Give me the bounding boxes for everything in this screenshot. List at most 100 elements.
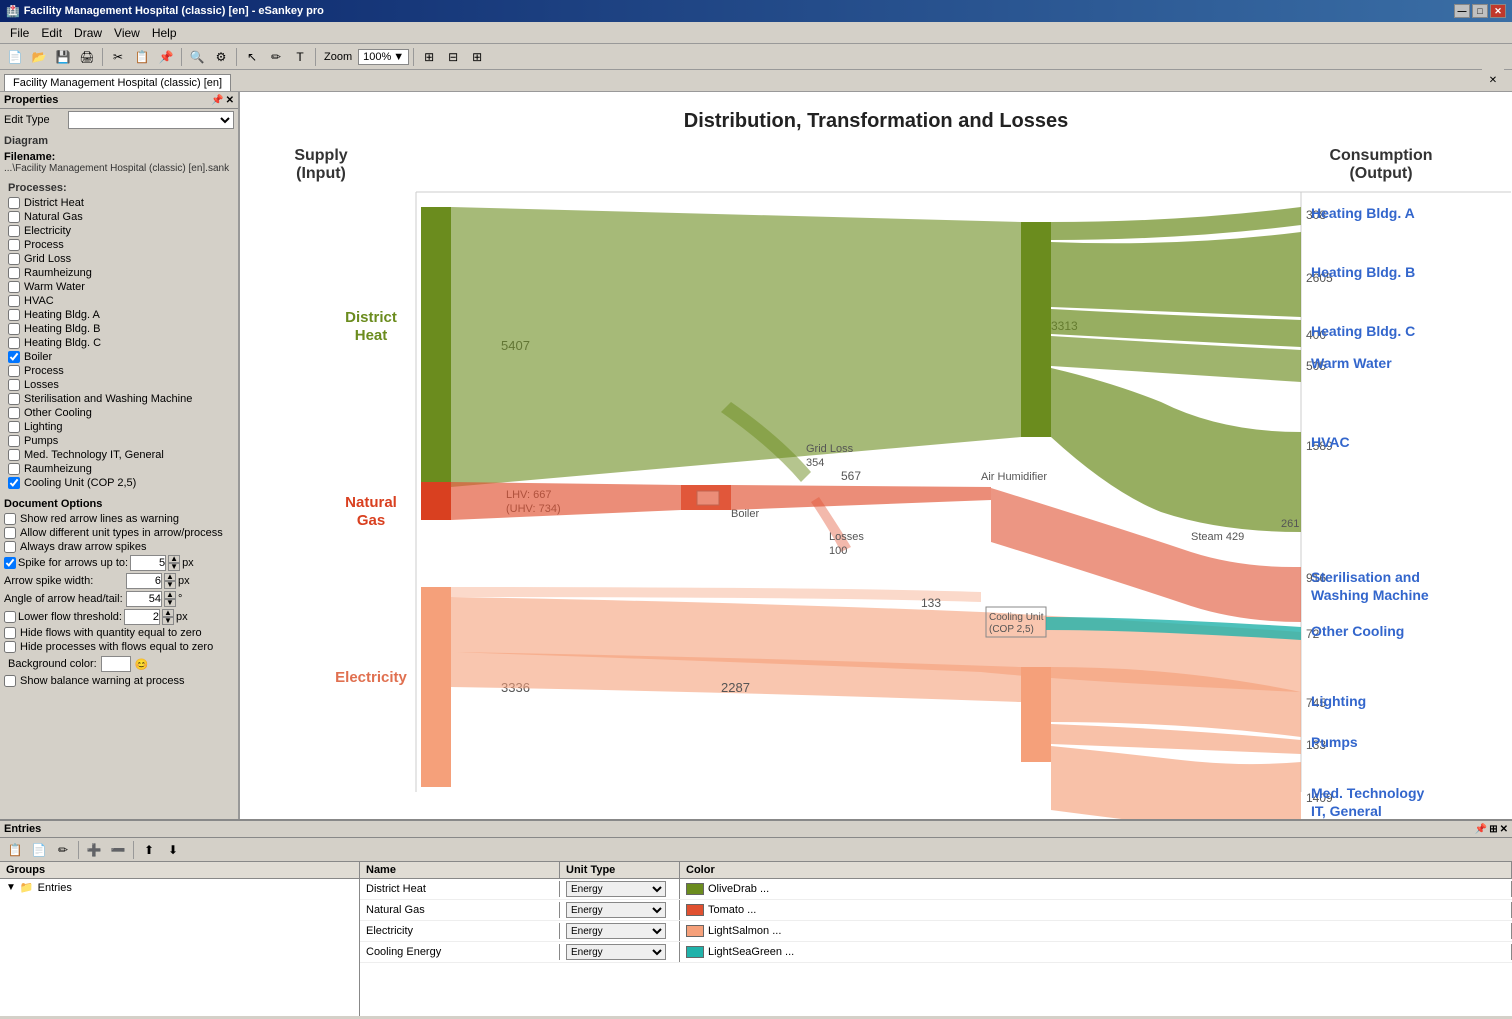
process-checkbox-0[interactable] — [8, 197, 20, 209]
save-button[interactable]: 💾 — [52, 46, 74, 68]
new-button[interactable]: 📄 — [4, 46, 26, 68]
unit-type-select[interactable]: Energy — [566, 923, 666, 939]
process-checkbox-9[interactable] — [8, 323, 20, 335]
table-row[interactable]: District HeatEnergyOliveDrab ... — [360, 879, 1512, 900]
pointer-button[interactable]: ↖ — [241, 46, 263, 68]
zoom-control[interactable]: 100% ▼ — [358, 49, 409, 65]
entry-unit[interactable]: Energy — [560, 921, 680, 941]
color-picker-button[interactable]: ... — [757, 883, 769, 895]
entries-btn3[interactable]: ✏ — [52, 839, 74, 861]
diagram-tab[interactable]: Facility Management Hospital (classic) [… — [4, 74, 231, 91]
process-checkbox-10[interactable] — [8, 337, 20, 349]
entries-btn5[interactable]: ➖ — [107, 839, 129, 861]
minimize-button[interactable]: — — [1454, 4, 1470, 18]
process-checkbox-11[interactable] — [8, 351, 20, 363]
threshold-down[interactable]: ▼ — [162, 617, 174, 625]
menu-edit[interactable]: Edit — [35, 24, 68, 42]
color-picker-button[interactable]: ... — [769, 925, 781, 937]
draw-button[interactable]: ✏ — [265, 46, 287, 68]
entry-unit[interactable]: Energy — [560, 900, 680, 920]
title-bar-controls[interactable]: — □ ✕ — [1454, 4, 1506, 18]
grid-button[interactable]: ⊞ — [466, 46, 488, 68]
maximize-button[interactable]: □ — [1472, 4, 1488, 18]
threshold-input[interactable] — [124, 609, 160, 625]
angle-down[interactable]: ▼ — [164, 599, 176, 607]
bg-color-swatch[interactable] — [101, 656, 131, 672]
process-checkbox-17[interactable] — [8, 435, 20, 447]
menu-draw[interactable]: Draw — [68, 24, 108, 42]
elec-mid-value: 133 — [921, 596, 941, 610]
opt-draw-spikes-check[interactable] — [4, 541, 16, 553]
cut-button[interactable]: ✂ — [107, 46, 129, 68]
spike-arrows-input[interactable] — [130, 555, 166, 571]
color-picker-button[interactable]: ... — [744, 904, 756, 916]
supply-label2: (Input) — [296, 165, 346, 182]
process-checkbox-12[interactable] — [8, 365, 20, 377]
paste-button[interactable]: 📌 — [155, 46, 177, 68]
close-tab-button[interactable]: ✕ — [1482, 69, 1504, 91]
zoom-page-button[interactable]: ⊟ — [442, 46, 464, 68]
opt-red-arrow-check[interactable] — [4, 513, 16, 525]
process-checkbox-7[interactable] — [8, 295, 20, 307]
unit-type-select[interactable]: Energy — [566, 902, 666, 918]
process-checkbox-8[interactable] — [8, 309, 20, 321]
angle-input[interactable] — [126, 591, 162, 607]
color-picker-button[interactable]: ... — [782, 946, 794, 958]
process-checkbox-14[interactable] — [8, 393, 20, 405]
entries-dock-icon[interactable]: ⊞ — [1489, 824, 1497, 835]
table-row[interactable]: Natural GasEnergyTomato ... — [360, 900, 1512, 921]
zoom-dropdown-icon[interactable]: ▼ — [393, 51, 404, 63]
menu-file[interactable]: File — [4, 24, 35, 42]
process-checkbox-1[interactable] — [8, 211, 20, 223]
spike-width-down[interactable]: ▼ — [164, 581, 176, 589]
entries-btn7[interactable]: ⬇ — [162, 839, 184, 861]
settings-button[interactable]: ⚙ — [210, 46, 232, 68]
process-checkbox-13[interactable] — [8, 379, 20, 391]
entries-btn4[interactable]: ➕ — [83, 839, 105, 861]
spike-width-input[interactable] — [126, 573, 162, 589]
entries-group-item[interactable]: ▼ 📁 Entries — [0, 879, 359, 896]
unit-type-select[interactable]: Energy — [566, 944, 666, 960]
menu-view[interactable]: View — [108, 24, 146, 42]
table-row[interactable]: ElectricityEnergyLightSalmon ... — [360, 921, 1512, 942]
process-checkbox-5[interactable] — [8, 267, 20, 279]
entry-color: LightSalmon ... — [680, 923, 1512, 939]
entries-close-icon[interactable]: ✕ — [1500, 824, 1508, 835]
print-button[interactable]: 🖨 — [76, 46, 98, 68]
zoom-fit-button[interactable]: ⊞ — [418, 46, 440, 68]
copy-button[interactable]: 📋 — [131, 46, 153, 68]
opt-spike-arrows-check[interactable] — [4, 557, 16, 569]
process-checkbox-20[interactable] — [8, 477, 20, 489]
process-name: Med. Technology IT, General — [24, 449, 164, 461]
opt-balance-warning-check[interactable] — [4, 675, 16, 687]
edit-type-dropdown[interactable] — [68, 111, 234, 129]
process-checkbox-2[interactable] — [8, 225, 20, 237]
opt-hide-zero-qty-check[interactable] — [4, 627, 16, 639]
panel-close-icon[interactable]: ✕ — [226, 95, 234, 106]
table-row[interactable]: Cooling EnergyEnergyLightSeaGreen ... — [360, 942, 1512, 963]
process-checkbox-3[interactable] — [8, 239, 20, 251]
process-checkbox-16[interactable] — [8, 421, 20, 433]
search-button[interactable]: 🔍 — [186, 46, 208, 68]
process-checkbox-4[interactable] — [8, 253, 20, 265]
opt-hide-zero-proc-check[interactable] — [4, 641, 16, 653]
unit-type-select[interactable]: Energy — [566, 881, 666, 897]
opt-lower-threshold-check[interactable] — [4, 611, 16, 623]
entries-pin-icon[interactable]: 📌 — [1475, 824, 1487, 835]
opt-diff-units-check[interactable] — [4, 527, 16, 539]
entry-unit[interactable]: Energy — [560, 879, 680, 899]
spike-arrows-down[interactable]: ▼ — [168, 563, 180, 571]
process-checkbox-18[interactable] — [8, 449, 20, 461]
text-button[interactable]: T — [289, 46, 311, 68]
process-checkbox-15[interactable] — [8, 407, 20, 419]
open-button[interactable]: 📂 — [28, 46, 50, 68]
menu-help[interactable]: Help — [146, 24, 183, 42]
entries-btn2[interactable]: 📄 — [28, 839, 50, 861]
close-button[interactable]: ✕ — [1490, 4, 1506, 18]
process-checkbox-19[interactable] — [8, 463, 20, 475]
panel-pin-icon[interactable]: 📌 — [211, 95, 223, 106]
entry-unit[interactable]: Energy — [560, 942, 680, 962]
entries-btn6[interactable]: ⬆ — [138, 839, 160, 861]
entries-btn1[interactable]: 📋 — [4, 839, 26, 861]
process-checkbox-6[interactable] — [8, 281, 20, 293]
